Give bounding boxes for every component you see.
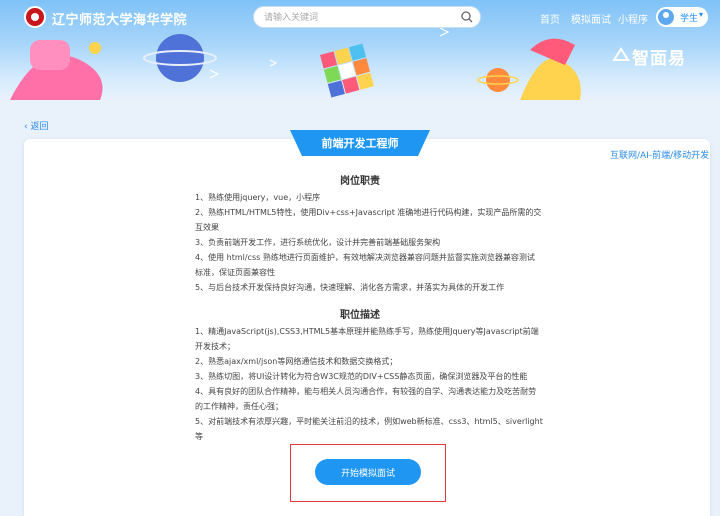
chevron-down-icon: ▾ <box>699 10 704 19</box>
brand-logo-icon <box>612 47 630 61</box>
duties-line: 3、负责前端开发工作，进行系统优化，设计并完善前端基础服务架构 <box>195 238 441 247</box>
description-line: 1、精通JavaScript(js),CSS3,HTML5基本原理并能熟练手写，… <box>195 327 539 336</box>
description-line: 等 <box>195 432 203 441</box>
description-line: 3、熟练切图，将UI设计转化为符合W3C规范的DIV+CSS静态页面，确保浏览器… <box>195 372 528 381</box>
description-line: 的工作精神，责任心强； <box>195 402 283 411</box>
description-line: 开发技术； <box>195 342 235 351</box>
job-title: 前端开发工程师 <box>321 137 399 150</box>
start-mock-interview-button[interactable]: 开始模拟面试 <box>315 459 421 485</box>
description-line: 5、对前端技术有浓厚兴趣，平时能关注前沿的技术，例如web新标准、css3、ht… <box>195 417 543 426</box>
nav-mini-program[interactable]: 小程序 <box>618 11 648 26</box>
user-label: 学生 <box>680 14 699 24</box>
description-line: 2、熟悉ajax/xml/json等网络通信技术和数据交换格式； <box>195 357 398 366</box>
nav-mock-interview[interactable]: 模拟面试 <box>571 11 611 26</box>
search-icon[interactable] <box>460 10 474 24</box>
description-line: 4、具有良好的团队合作精神，能与相关人员沟通合作，有较强的自学、沟通表达能力及吃… <box>195 387 537 396</box>
duties-heading: 岗位职责 <box>340 176 380 187</box>
description-heading: 职位描述 <box>340 310 380 321</box>
back-link[interactable]: ‹ 返回 <box>24 119 48 132</box>
top-bar: 辽宁师范大学海华学院 首页 模拟面试 小程序 学生 ▾ <box>0 0 720 34</box>
duties-line: 4、使用 html/css 熟练地进行页面维护，有效地解决浏览器兼容问题并监督实… <box>195 253 535 262</box>
duties-line: 标准，保证页面兼容性 <box>195 268 275 277</box>
duties-line: 互效果 <box>195 223 219 232</box>
school-name: 辽宁师范大学海华学院 <box>52 13 188 28</box>
nav-home[interactable]: 首页 <box>540 11 560 26</box>
header-banner: 辽宁师范大学海华学院 首页 模拟面试 小程序 学生 ▾ 智面易 <box>0 0 720 100</box>
duties-line: 2、熟练HTML/HTML5特性，使用Div+css+Javascript 准确… <box>195 208 542 217</box>
search-input[interactable] <box>264 10 454 26</box>
back-label: 返回 <box>30 122 49 132</box>
avatar <box>658 9 674 25</box>
job-tags: 互联网/AI-前端/移动开发 <box>610 151 710 161</box>
school-logo-icon <box>24 6 46 28</box>
brand-name: 智面易 <box>632 49 686 69</box>
user-menu[interactable]: 学生 ▾ <box>656 7 708 27</box>
search-box[interactable] <box>253 6 481 28</box>
duties-line: 5、与后台技术开发保持良好沟通，快速理解、消化各方需求，并落实为具体的开发工作 <box>195 283 505 292</box>
duties-line: 1、熟练使用jquery，vue，小程序 <box>195 193 321 202</box>
